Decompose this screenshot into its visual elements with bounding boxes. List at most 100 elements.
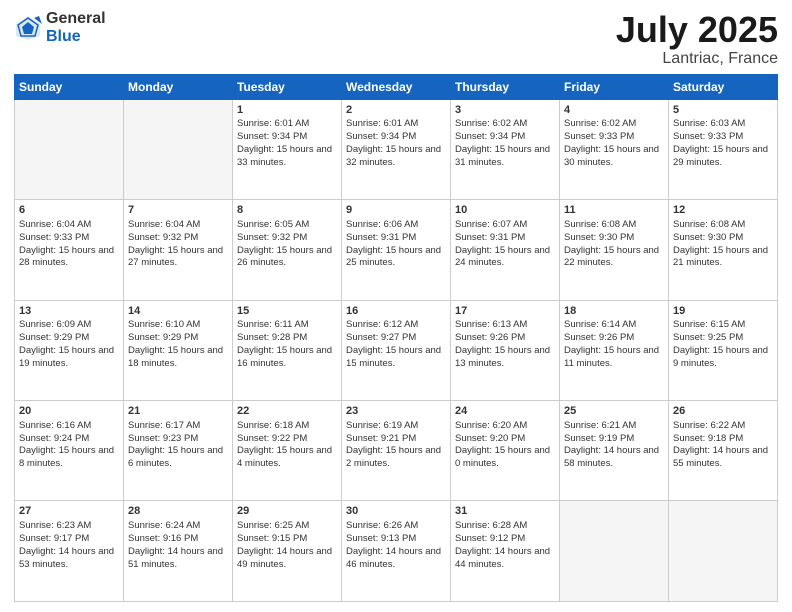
- day-number: 17: [455, 304, 555, 319]
- sunset-text: Sunset: 9:30 PM: [564, 232, 634, 243]
- day-number: 28: [128, 504, 228, 519]
- calendar-cell: 31Sunrise: 6:28 AMSunset: 9:12 PMDayligh…: [451, 501, 560, 602]
- daylight-text: Daylight: 15 hours and 22 minutes.: [564, 245, 659, 269]
- daylight-text: Daylight: 15 hours and 28 minutes.: [19, 245, 114, 269]
- sunrise-text: Sunrise: 6:23 AM: [19, 520, 91, 531]
- day-number: 25: [564, 404, 664, 419]
- calendar-cell: 16Sunrise: 6:12 AMSunset: 9:27 PMDayligh…: [342, 300, 451, 400]
- daylight-text: Daylight: 14 hours and 58 minutes.: [564, 445, 659, 469]
- day-number: 27: [19, 504, 119, 519]
- daylight-text: Daylight: 14 hours and 51 minutes.: [128, 546, 223, 570]
- daylight-text: Daylight: 14 hours and 53 minutes.: [19, 546, 114, 570]
- sunset-text: Sunset: 9:33 PM: [564, 131, 634, 142]
- day-number: 31: [455, 504, 555, 519]
- day-number: 3: [455, 103, 555, 118]
- day-number: 2: [346, 103, 446, 118]
- day-number: 10: [455, 203, 555, 218]
- daylight-text: Daylight: 15 hours and 19 minutes.: [19, 345, 114, 369]
- week-row-2: 6Sunrise: 6:04 AMSunset: 9:33 PMDaylight…: [15, 200, 778, 300]
- calendar-cell: [15, 99, 124, 199]
- calendar-cell: 18Sunrise: 6:14 AMSunset: 9:26 PMDayligh…: [560, 300, 669, 400]
- day-header-monday: Monday: [124, 74, 233, 99]
- day-header-wednesday: Wednesday: [342, 74, 451, 99]
- sunset-text: Sunset: 9:16 PM: [128, 533, 198, 544]
- daylight-text: Daylight: 15 hours and 32 minutes.: [346, 144, 441, 168]
- calendar-cell: 5Sunrise: 6:03 AMSunset: 9:33 PMDaylight…: [669, 99, 778, 199]
- sunrise-text: Sunrise: 6:17 AM: [128, 420, 200, 431]
- sunset-text: Sunset: 9:32 PM: [237, 232, 307, 243]
- sunrise-text: Sunrise: 6:18 AM: [237, 420, 309, 431]
- day-number: 20: [19, 404, 119, 419]
- sunset-text: Sunset: 9:20 PM: [455, 433, 525, 444]
- day-number: 23: [346, 404, 446, 419]
- daylight-text: Daylight: 15 hours and 9 minutes.: [673, 345, 768, 369]
- sunset-text: Sunset: 9:34 PM: [455, 131, 525, 142]
- sunrise-text: Sunrise: 6:02 AM: [564, 118, 636, 129]
- calendar-cell: 27Sunrise: 6:23 AM Sunset: 9:17 PM Dayligh…: [15, 501, 124, 602]
- daylight-text: Daylight: 15 hours and 30 minutes.: [564, 144, 659, 168]
- sunset-text: Sunset: 9:33 PM: [19, 232, 89, 243]
- calendar-cell: 3Sunrise: 6:02 AMSunset: 9:34 PMDaylight…: [451, 99, 560, 199]
- daylight-text: Daylight: 15 hours and 0 minutes.: [455, 445, 550, 469]
- calendar-location: Lantriac, France: [616, 50, 778, 68]
- sunrise-text: Sunrise: 6:01 AM: [237, 118, 309, 129]
- day-header-thursday: Thursday: [451, 74, 560, 99]
- sunset-text: Sunset: 9:13 PM: [346, 533, 416, 544]
- calendar-cell: [124, 99, 233, 199]
- daylight-text: Daylight: 15 hours and 26 minutes.: [237, 245, 332, 269]
- logo-general-text: General: [46, 10, 106, 28]
- day-header-friday: Friday: [560, 74, 669, 99]
- sunset-text: Sunset: 9:18 PM: [673, 433, 743, 444]
- sunset-text: Sunset: 9:31 PM: [346, 232, 416, 243]
- calendar-cell: 23Sunrise: 6:19 AMSunset: 9:21 PMDayligh…: [342, 401, 451, 501]
- sunset-text: Sunset: 9:33 PM: [673, 131, 743, 142]
- calendar-cell: 8Sunrise: 6:05 AMSunset: 9:32 PMDaylight…: [233, 200, 342, 300]
- calendar-cell: 19Sunrise: 6:15 AMSunset: 9:25 PMDayligh…: [669, 300, 778, 400]
- calendar-cell: 1Sunrise: 6:01 AMSunset: 9:34 PMDaylight…: [233, 99, 342, 199]
- sunrise-text: Sunrise: 6:13 AM: [455, 319, 527, 330]
- sunset-text: Sunset: 9:21 PM: [346, 433, 416, 444]
- logo-blue-text: Blue: [46, 28, 106, 46]
- calendar-cell: 11Sunrise: 6:08 AMSunset: 9:30 PMDayligh…: [560, 200, 669, 300]
- sunrise-text: Sunrise: 6:05 AM: [237, 219, 309, 230]
- daylight-text: Daylight: 14 hours and 49 minutes.: [237, 546, 332, 570]
- day-number: 18: [564, 304, 664, 319]
- sunrise-text: Sunrise: 6:03 AM: [673, 118, 745, 129]
- daylight-text: Daylight: 15 hours and 25 minutes.: [346, 245, 441, 269]
- calendar-cell: 12Sunrise: 6:08 AMSunset: 9:30 PMDayligh…: [669, 200, 778, 300]
- sunset-text: Sunset: 9:27 PM: [346, 332, 416, 343]
- sunrise-text: Sunrise: 6:06 AM: [346, 219, 418, 230]
- sunrise-text: Sunrise: 6:11 AM: [237, 319, 309, 330]
- sunset-text: Sunset: 9:25 PM: [673, 332, 743, 343]
- sunrise-text: Sunrise: 6:01 AM: [346, 118, 418, 129]
- daylight-text: Daylight: 15 hours and 6 minutes.: [128, 445, 223, 469]
- calendar-cell: 7Sunrise: 6:04 AMSunset: 9:32 PMDaylight…: [124, 200, 233, 300]
- sunset-text: Sunset: 9:32 PM: [128, 232, 198, 243]
- daylight-text: Daylight: 15 hours and 16 minutes.: [237, 345, 332, 369]
- sunset-text: Sunset: 9:17 PM: [19, 533, 89, 544]
- sunrise-text: Sunrise: 6:16 AM: [19, 420, 91, 431]
- sunrise-text: Sunrise: 6:26 AM: [346, 520, 418, 531]
- sunset-text: Sunset: 9:24 PM: [19, 433, 89, 444]
- sunset-text: Sunset: 9:30 PM: [673, 232, 743, 243]
- day-number: 7: [128, 203, 228, 218]
- calendar-cell: 10Sunrise: 6:07 AMSunset: 9:31 PMDayligh…: [451, 200, 560, 300]
- day-number: 21: [128, 404, 228, 419]
- calendar-cell: 15Sunrise: 6:11 AMSunset: 9:28 PMDayligh…: [233, 300, 342, 400]
- calendar-page: General Blue July 2025 Lantriac, France …: [0, 0, 792, 612]
- day-number: 15: [237, 304, 337, 319]
- daylight-text: Daylight: 15 hours and 33 minutes.: [237, 144, 332, 168]
- day-header-sunday: Sunday: [15, 74, 124, 99]
- week-row-5: 27Sunrise: 6:23 AM Sunset: 9:17 PM Dayligh…: [15, 501, 778, 602]
- header: General Blue July 2025 Lantriac, France: [14, 10, 778, 68]
- sunrise-text: Sunrise: 6:14 AM: [564, 319, 636, 330]
- week-row-3: 13Sunrise: 6:09 AMSunset: 9:29 PMDayligh…: [15, 300, 778, 400]
- calendar-cell: 30Sunrise: 6:26 AMSunset: 9:13 PMDayligh…: [342, 501, 451, 602]
- day-number: 22: [237, 404, 337, 419]
- day-number: 11: [564, 203, 664, 218]
- daylight-text: Daylight: 15 hours and 31 minutes.: [455, 144, 550, 168]
- daylight-text: Daylight: 14 hours and 55 minutes.: [673, 445, 768, 469]
- sunrise-text: Sunrise: 6:24 AM: [128, 520, 200, 531]
- daylight-text: Daylight: 14 hours and 46 minutes.: [346, 546, 441, 570]
- sunset-text: Sunset: 9:29 PM: [128, 332, 198, 343]
